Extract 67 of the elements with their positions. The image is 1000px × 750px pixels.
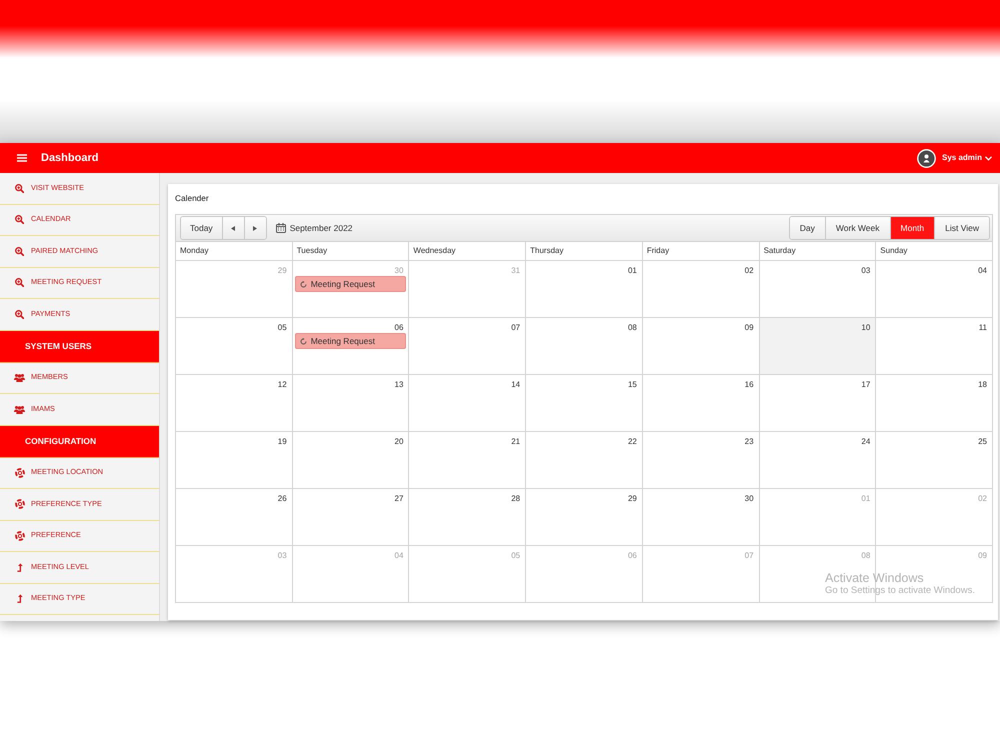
day-number[interactable]: 17	[861, 379, 870, 390]
users-icon	[14, 373, 25, 382]
page-title: Dashboard	[41, 150, 98, 166]
day-number[interactable]: 01	[628, 265, 637, 276]
day-number[interactable]: 09	[744, 322, 754, 333]
circular-arrow-icon	[300, 280, 307, 288]
day-number[interactable]: 07	[511, 322, 520, 333]
today-button[interactable]: Today	[181, 217, 223, 239]
caret-left-icon	[231, 226, 236, 230]
zoom-in-icon	[15, 184, 24, 193]
day-number[interactable]: 27	[394, 493, 404, 504]
user-menu-button[interactable]: Sys admin	[942, 152, 992, 164]
avatar-icon	[916, 148, 936, 168]
zoom-in-icon	[15, 246, 24, 256]
day-number[interactable]: 15	[628, 379, 637, 390]
day-number[interactable]: 16	[744, 379, 754, 390]
day-number[interactable]: 29	[628, 493, 637, 504]
day-number[interactable]: 30	[744, 493, 754, 504]
life-ring-icon	[14, 468, 24, 478]
caret-right-icon	[253, 226, 258, 230]
sidebar-section-heading: SYSTEM USERS	[0, 330, 159, 362]
view-tab[interactable]: List View	[934, 217, 989, 239]
day-number[interactable]: 22	[628, 436, 637, 447]
day-number[interactable]: 18	[978, 379, 987, 390]
day-number[interactable]: 20	[394, 436, 404, 447]
day-number[interactable]: 24	[861, 436, 870, 447]
day-number[interactable]: 13	[394, 379, 404, 390]
menu-icon[interactable]	[17, 154, 27, 162]
day-number[interactable]: 03	[861, 265, 870, 276]
life-ring-icon	[14, 499, 24, 510]
view-tab[interactable]: Day	[790, 217, 825, 239]
activation-notice-text: Go to Settings to activate Windows.	[825, 585, 975, 597]
view-tab[interactable]: Month	[890, 217, 934, 239]
sidebar-section-heading: CONFIGURATION	[0, 426, 159, 458]
day-number[interactable]: 02	[744, 265, 754, 276]
level-up-arrow-icon	[16, 562, 22, 572]
day-number[interactable]: 12	[278, 379, 287, 390]
activation-notice-title: Activate Windows	[825, 571, 924, 585]
card-title: Calender	[175, 192, 209, 204]
users-icon	[14, 404, 25, 414]
calendar-icon	[276, 223, 286, 233]
calendar-event[interactable]: Meeting Request	[294, 333, 406, 349]
day-number[interactable]: 05	[278, 322, 287, 333]
day-number[interactable]: 14	[511, 379, 520, 390]
view-tab[interactable]: Work Week	[824, 217, 890, 239]
period-button[interactable]: September 2022	[290, 222, 353, 234]
circular-arrow-icon	[300, 338, 307, 344]
life-ring-icon	[14, 530, 24, 541]
day-number[interactable]: 23	[744, 436, 754, 447]
zoom-in-icon	[15, 278, 24, 288]
day-number[interactable]: 28	[511, 493, 520, 504]
next-button[interactable]	[244, 217, 266, 239]
previous-button[interactable]	[222, 217, 245, 239]
day-number[interactable]: 10	[861, 322, 870, 333]
zoom-in-icon	[15, 215, 24, 224]
day-number[interactable]: 26	[278, 493, 287, 504]
chevron-down-icon	[985, 156, 992, 160]
calendar-event[interactable]: Meeting Request	[294, 276, 406, 292]
zoom-in-icon	[15, 310, 24, 319]
day-number[interactable]: 25	[978, 436, 987, 447]
day-number[interactable]: 21	[511, 436, 520, 447]
day-number[interactable]: 11	[978, 322, 987, 333]
day-number[interactable]: 08	[628, 322, 637, 333]
day-number[interactable]: 04	[978, 265, 987, 276]
day-number[interactable]: 06	[394, 322, 404, 333]
level-up-arrow-icon	[16, 594, 22, 604]
day-number[interactable]: 19	[278, 436, 287, 447]
